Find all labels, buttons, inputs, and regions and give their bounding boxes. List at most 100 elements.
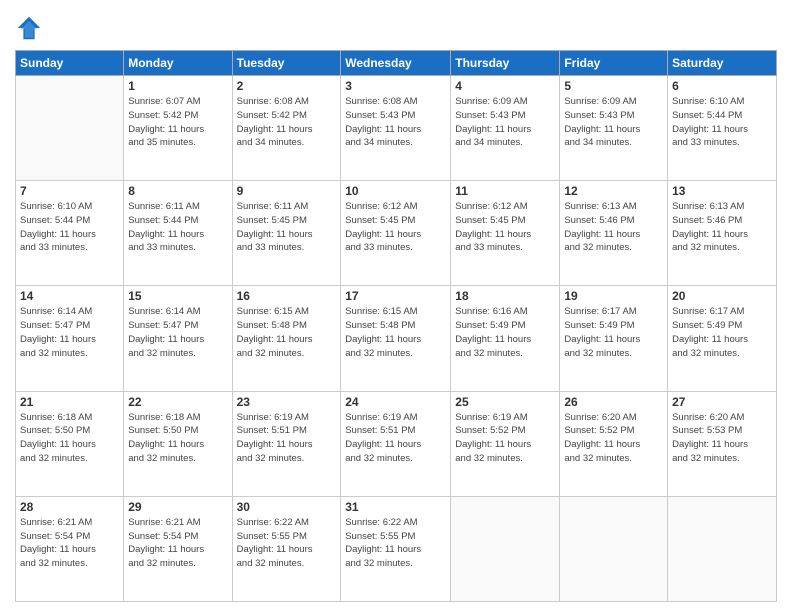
day-info: Sunrise: 6:21 AM Sunset: 5:54 PM Dayligh… bbox=[128, 516, 227, 571]
calendar-header-row: SundayMondayTuesdayWednesdayThursdayFrid… bbox=[16, 51, 777, 76]
calendar-cell: 24 Sunrise: 6:19 AM Sunset: 5:51 PM Dayli… bbox=[341, 391, 451, 496]
day-number: 24 bbox=[345, 395, 446, 409]
calendar-week-row: 7Sunrise: 6:10 AM Sunset: 5:44 PM Daylig… bbox=[16, 181, 777, 286]
header bbox=[15, 10, 777, 42]
calendar-cell bbox=[16, 76, 124, 181]
calendar-cell: 16 Sunrise: 6:15 AM Sunset: 5:48 PM Dayli… bbox=[232, 286, 341, 391]
day-number: 19 bbox=[564, 289, 663, 303]
calendar-header-tuesday: Tuesday bbox=[232, 51, 341, 76]
day-number: 12 bbox=[564, 184, 663, 198]
calendar-header-friday: Friday bbox=[560, 51, 668, 76]
calendar-cell: 21 Sunrise: 6:18 AM Sunset: 5:50 PM Dayli… bbox=[16, 391, 124, 496]
day-info: Sunrise: 6:07 AM Sunset: 5:42 PM Dayligh… bbox=[128, 95, 227, 150]
calendar-cell: 14 Sunrise: 6:14 AM Sunset: 5:47 PM Dayli… bbox=[16, 286, 124, 391]
calendar-header-wednesday: Wednesday bbox=[341, 51, 451, 76]
day-number: 28 bbox=[20, 500, 119, 514]
day-info: Sunrise: 6:22 AM Sunset: 5:55 PM Dayligh… bbox=[237, 516, 337, 571]
day-number: 15 bbox=[128, 289, 227, 303]
calendar-header-monday: Monday bbox=[124, 51, 232, 76]
day-info: Sunrise: 6:12 AM Sunset: 5:45 PM Dayligh… bbox=[455, 200, 555, 255]
day-info: Sunrise: 6:11 AM Sunset: 5:44 PM Dayligh… bbox=[128, 200, 227, 255]
day-number: 17 bbox=[345, 289, 446, 303]
calendar-cell bbox=[668, 496, 777, 601]
day-number: 4 bbox=[455, 79, 555, 93]
day-number: 26 bbox=[564, 395, 663, 409]
calendar-cell: 17 Sunrise: 6:15 AM Sunset: 5:48 PM Dayli… bbox=[341, 286, 451, 391]
day-number: 3 bbox=[345, 79, 446, 93]
calendar-cell bbox=[560, 496, 668, 601]
day-number: 29 bbox=[128, 500, 227, 514]
day-info: Sunrise: 6:12 AM Sunset: 5:45 PM Dayligh… bbox=[345, 200, 446, 255]
day-number: 18 bbox=[455, 289, 555, 303]
calendar-cell: 25 Sunrise: 6:19 AM Sunset: 5:52 PM Dayli… bbox=[451, 391, 560, 496]
calendar-cell: 20 Sunrise: 6:17 AM Sunset: 5:49 PM Dayli… bbox=[668, 286, 777, 391]
day-info: Sunrise: 6:15 AM Sunset: 5:48 PM Dayligh… bbox=[237, 305, 337, 360]
day-number: 7 bbox=[20, 184, 119, 198]
day-info: Sunrise: 6:08 AM Sunset: 5:43 PM Dayligh… bbox=[345, 95, 446, 150]
day-number: 2 bbox=[237, 79, 337, 93]
day-number: 16 bbox=[237, 289, 337, 303]
calendar-cell: 22 Sunrise: 6:18 AM Sunset: 5:50 PM Dayli… bbox=[124, 391, 232, 496]
day-info: Sunrise: 6:13 AM Sunset: 5:46 PM Dayligh… bbox=[564, 200, 663, 255]
day-number: 25 bbox=[455, 395, 555, 409]
calendar-header-sunday: Sunday bbox=[16, 51, 124, 76]
day-number: 27 bbox=[672, 395, 772, 409]
calendar-cell bbox=[451, 496, 560, 601]
day-number: 13 bbox=[672, 184, 772, 198]
day-info: Sunrise: 6:21 AM Sunset: 5:54 PM Dayligh… bbox=[20, 516, 119, 571]
day-number: 6 bbox=[672, 79, 772, 93]
calendar-cell: 4 Sunrise: 6:09 AM Sunset: 5:43 PM Daylig… bbox=[451, 76, 560, 181]
calendar-week-row: 1Sunrise: 6:07 AM Sunset: 5:42 PM Daylig… bbox=[16, 76, 777, 181]
day-number: 31 bbox=[345, 500, 446, 514]
calendar-cell: 11Sunrise: 6:12 AM Sunset: 5:45 PM Dayli… bbox=[451, 181, 560, 286]
calendar-cell: 30 Sunrise: 6:22 AM Sunset: 5:55 PM Dayli… bbox=[232, 496, 341, 601]
day-info: Sunrise: 6:17 AM Sunset: 5:49 PM Dayligh… bbox=[564, 305, 663, 360]
calendar-week-row: 14 Sunrise: 6:14 AM Sunset: 5:47 PM Dayli… bbox=[16, 286, 777, 391]
logo-icon bbox=[15, 14, 43, 42]
calendar-cell: 13 Sunrise: 6:13 AM Sunset: 5:46 PM Dayli… bbox=[668, 181, 777, 286]
day-info: Sunrise: 6:19 AM Sunset: 5:51 PM Dayligh… bbox=[345, 411, 446, 466]
day-number: 14 bbox=[20, 289, 119, 303]
calendar-cell: 2Sunrise: 6:08 AM Sunset: 5:42 PM Daylig… bbox=[232, 76, 341, 181]
calendar-cell: 27 Sunrise: 6:20 AM Sunset: 5:53 PM Dayli… bbox=[668, 391, 777, 496]
day-number: 5 bbox=[564, 79, 663, 93]
day-info: Sunrise: 6:10 AM Sunset: 5:44 PM Dayligh… bbox=[672, 95, 772, 150]
calendar-cell: 7Sunrise: 6:10 AM Sunset: 5:44 PM Daylig… bbox=[16, 181, 124, 286]
calendar-cell: 12 Sunrise: 6:13 AM Sunset: 5:46 PM Dayli… bbox=[560, 181, 668, 286]
day-number: 10 bbox=[345, 184, 446, 198]
calendar-header-saturday: Saturday bbox=[668, 51, 777, 76]
day-info: Sunrise: 6:17 AM Sunset: 5:49 PM Dayligh… bbox=[672, 305, 772, 360]
calendar-cell: 28 Sunrise: 6:21 AM Sunset: 5:54 PM Dayli… bbox=[16, 496, 124, 601]
day-number: 21 bbox=[20, 395, 119, 409]
calendar-cell: 8Sunrise: 6:11 AM Sunset: 5:44 PM Daylig… bbox=[124, 181, 232, 286]
day-info: Sunrise: 6:13 AM Sunset: 5:46 PM Dayligh… bbox=[672, 200, 772, 255]
calendar-week-row: 28 Sunrise: 6:21 AM Sunset: 5:54 PM Dayli… bbox=[16, 496, 777, 601]
day-info: Sunrise: 6:22 AM Sunset: 5:55 PM Dayligh… bbox=[345, 516, 446, 571]
page: SundayMondayTuesdayWednesdayThursdayFrid… bbox=[0, 0, 792, 612]
day-number: 30 bbox=[237, 500, 337, 514]
day-number: 20 bbox=[672, 289, 772, 303]
day-number: 22 bbox=[128, 395, 227, 409]
calendar-cell: 5 Sunrise: 6:09 AM Sunset: 5:43 PM Daylig… bbox=[560, 76, 668, 181]
day-info: Sunrise: 6:14 AM Sunset: 5:47 PM Dayligh… bbox=[20, 305, 119, 360]
day-info: Sunrise: 6:11 AM Sunset: 5:45 PM Dayligh… bbox=[237, 200, 337, 255]
day-info: Sunrise: 6:18 AM Sunset: 5:50 PM Dayligh… bbox=[128, 411, 227, 466]
day-info: Sunrise: 6:20 AM Sunset: 5:53 PM Dayligh… bbox=[672, 411, 772, 466]
day-info: Sunrise: 6:09 AM Sunset: 5:43 PM Dayligh… bbox=[455, 95, 555, 150]
calendar-cell: 15 Sunrise: 6:14 AM Sunset: 5:47 PM Dayli… bbox=[124, 286, 232, 391]
calendar-cell: 9Sunrise: 6:11 AM Sunset: 5:45 PM Daylig… bbox=[232, 181, 341, 286]
day-info: Sunrise: 6:18 AM Sunset: 5:50 PM Dayligh… bbox=[20, 411, 119, 466]
calendar-week-row: 21 Sunrise: 6:18 AM Sunset: 5:50 PM Dayli… bbox=[16, 391, 777, 496]
calendar-cell: 3 Sunrise: 6:08 AM Sunset: 5:43 PM Daylig… bbox=[341, 76, 451, 181]
calendar-cell: 19 Sunrise: 6:17 AM Sunset: 5:49 PM Dayli… bbox=[560, 286, 668, 391]
calendar-cell: 10 Sunrise: 6:12 AM Sunset: 5:45 PM Dayli… bbox=[341, 181, 451, 286]
calendar-cell: 23 Sunrise: 6:19 AM Sunset: 5:51 PM Dayli… bbox=[232, 391, 341, 496]
day-info: Sunrise: 6:15 AM Sunset: 5:48 PM Dayligh… bbox=[345, 305, 446, 360]
logo bbox=[15, 14, 47, 42]
day-info: Sunrise: 6:19 AM Sunset: 5:51 PM Dayligh… bbox=[237, 411, 337, 466]
day-number: 23 bbox=[237, 395, 337, 409]
day-info: Sunrise: 6:14 AM Sunset: 5:47 PM Dayligh… bbox=[128, 305, 227, 360]
calendar-cell: 18Sunrise: 6:16 AM Sunset: 5:49 PM Dayli… bbox=[451, 286, 560, 391]
day-info: Sunrise: 6:19 AM Sunset: 5:52 PM Dayligh… bbox=[455, 411, 555, 466]
day-info: Sunrise: 6:09 AM Sunset: 5:43 PM Dayligh… bbox=[564, 95, 663, 150]
